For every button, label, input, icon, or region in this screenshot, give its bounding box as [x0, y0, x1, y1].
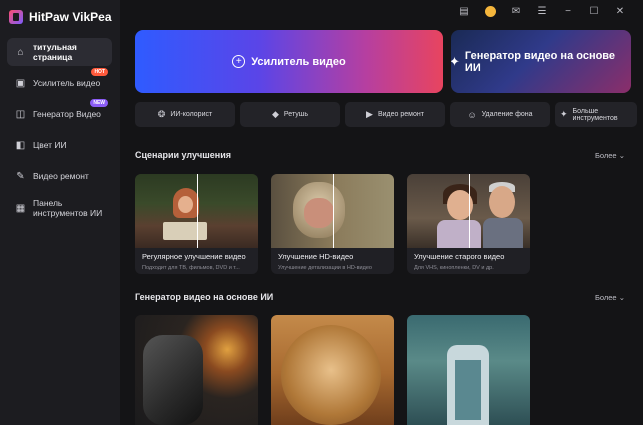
- sparkle-icon: ✦: [560, 109, 568, 119]
- sidebar-item-home[interactable]: ⌂ титульная страница: [7, 38, 112, 66]
- chevron-down-icon: ⌄: [618, 293, 625, 302]
- generator-cards: [135, 315, 530, 425]
- generator-card-lion[interactable]: [271, 315, 394, 425]
- scenarios-title: Сценарии улучшения: [135, 150, 231, 160]
- tool-more-tools[interactable]: ✦ Больше инструментов: [555, 102, 637, 127]
- video-enhancer-banner[interactable]: + Усилитель видео: [135, 30, 443, 93]
- sidebar-item-ai-toolbox[interactable]: ▦ Панель инструментов ИИ: [7, 193, 112, 223]
- chevron-down-icon: ⌄: [618, 151, 625, 160]
- eraser-icon: ◆: [272, 109, 279, 119]
- ai-video-generator-banner[interactable]: ✦ Генератор видео на основе ИИ: [451, 30, 631, 93]
- app-logo: HitPaw VikPea: [9, 10, 112, 24]
- tool-video-repair[interactable]: ▶ Видео ремонт: [345, 102, 445, 127]
- palette-icon: ❂: [157, 109, 166, 119]
- home-icon: ⌂: [17, 46, 24, 58]
- sparkle-icon: ✦: [451, 53, 460, 69]
- card-thumbnail: [135, 174, 258, 248]
- thumbnail-man: [489, 186, 515, 218]
- scenario-card-old-video[interactable]: Улучшение старого видео Для VHS, кинопле…: [407, 174, 530, 274]
- sidebar-item-label: Генератор Видео: [33, 109, 101, 119]
- card-title: Улучшение старого видео: [414, 252, 505, 261]
- app-title: HitPaw VikPea: [29, 10, 112, 24]
- card-thumbnail: [407, 174, 530, 248]
- card-title: Улучшение HD-видео: [278, 252, 354, 261]
- sidebar-nav: ⌂ титульная страница ▣ Усилитель видео H…: [7, 38, 112, 226]
- thumbnail-booth-window: [455, 360, 481, 420]
- sidebar-item-video-enhancer[interactable]: ▣ Усилитель видео HOT: [7, 68, 112, 97]
- more-label: Более: [594, 151, 617, 160]
- scenario-card-hd[interactable]: Улучшение HD-видео Улучшение детализации…: [271, 174, 394, 274]
- generator-card-warrior[interactable]: [135, 315, 258, 425]
- thumbnail-face: [178, 196, 193, 213]
- card-subtitle: Для VHS, кинопленки, DV и др.: [414, 265, 494, 271]
- video-repair-icon: ▶: [366, 109, 373, 119]
- scenario-card-regular[interactable]: Регулярное улучшение видео Подходит для …: [135, 174, 258, 274]
- video-generate-icon: ◫: [15, 108, 26, 120]
- scenarios-more-link[interactable]: Более ⌄: [595, 151, 625, 160]
- thumbnail-body: [483, 218, 523, 248]
- sidebar-item-label: Панель инструментов ИИ: [33, 198, 103, 218]
- repair-icon: ✎: [16, 170, 25, 182]
- color-icon: ◧: [15, 139, 26, 151]
- hot-badge: HOT: [91, 68, 108, 76]
- generator-card-phone-booth[interactable]: [407, 315, 530, 425]
- thumbnail-body: [437, 220, 481, 248]
- sidebar-item-label: титульная страница: [33, 42, 77, 62]
- compare-divider: [332, 174, 334, 248]
- tool-label: Больше инструментов: [572, 107, 618, 122]
- video-enhancer-label: Усилитель видео: [251, 55, 346, 68]
- compare-divider: [468, 174, 470, 248]
- tool-ai-colorist[interactable]: ❂ ИИ-колорист: [135, 102, 235, 127]
- tool-retouch[interactable]: ◆ Ретушь: [240, 102, 340, 127]
- toolbox-icon: ▦: [15, 202, 26, 214]
- scenario-cards: Регулярное улучшение видео Подходит для …: [135, 174, 530, 274]
- tool-label: Ретушь: [283, 111, 308, 118]
- sidebar-item-video-repair[interactable]: ✎ Видео ремонт: [7, 162, 112, 190]
- more-label: Более: [594, 293, 617, 302]
- generator-title: Генератор видео на основе ИИ: [135, 292, 274, 302]
- thumbnail-armor: [143, 335, 203, 425]
- sidebar-item-ai-color[interactable]: ◧ Цвет ИИ: [7, 131, 112, 159]
- tool-label: Удаление фона: [481, 111, 533, 118]
- sidebar-item-label: Усилитель видео: [33, 78, 101, 88]
- card-title: Регулярное улучшение видео: [142, 252, 246, 261]
- person-bg-icon: ☺: [467, 109, 477, 120]
- sidebar-item-label: Цвет ИИ: [33, 140, 67, 150]
- sidebar: HitPaw VikPea ⌂ титульная страница ▣ Уси…: [0, 0, 120, 425]
- card-subtitle: Подходит для ТВ, фильмов, DVD и т...: [142, 265, 240, 271]
- thumbnail-monkey-face: [304, 198, 334, 228]
- ai-video-generator-label: Генератор видео на основе ИИ: [464, 49, 616, 74]
- new-badge: NEW: [90, 99, 108, 107]
- video-enhance-icon: ▣: [15, 77, 26, 89]
- logo-icon: [9, 10, 23, 24]
- plus-circle-icon: +: [232, 55, 246, 68]
- sidebar-item-label: Видео ремонт: [33, 171, 89, 181]
- card-subtitle: Улучшение детализации в HD-видео: [278, 265, 372, 271]
- sidebar-item-video-generator[interactable]: ◫ Генератор Видео NEW: [7, 99, 112, 128]
- tool-label: ИИ-колорист: [170, 111, 213, 118]
- compare-divider: [196, 174, 198, 248]
- tool-background-removal[interactable]: ☺ Удаление фона: [450, 102, 550, 127]
- main-content: + Усилитель видео ✦ Генератор видео на о…: [120, 0, 643, 425]
- card-thumbnail: [271, 174, 394, 248]
- tool-row: ❂ ИИ-колорист ◆ Ретушь ▶ Видео ремонт ☺ …: [135, 102, 637, 127]
- tool-label: Видео ремонт: [377, 111, 424, 118]
- generator-more-link[interactable]: Более ⌄: [595, 293, 625, 302]
- thumbnail-book: [163, 222, 207, 240]
- thumbnail-lion: [281, 325, 381, 425]
